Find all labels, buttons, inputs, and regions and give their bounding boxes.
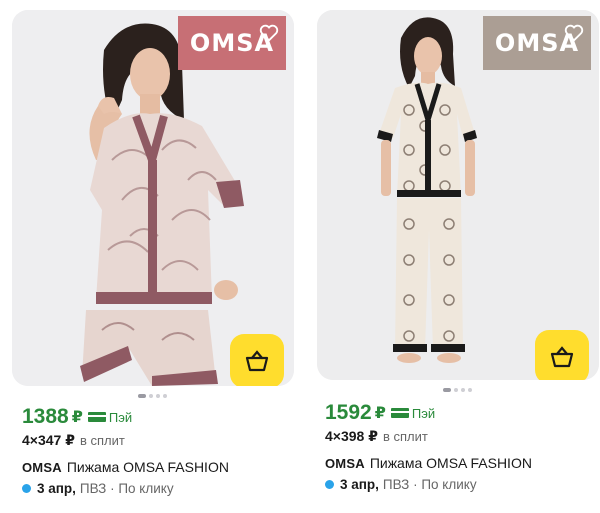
pay-label: Пэй [411,405,436,421]
pager-dot [443,388,451,392]
product-title: Пижама OMSA FASHION [369,455,532,471]
product-title-row[interactable]: OMSA Пижама OMSA FASHION [22,459,229,475]
product-card[interactable]: OMSA 1592 ₽ Пэй 4×398 ₽ в сплит OMSA Пиж… [317,0,599,513]
pager-dot [163,394,167,398]
product-card[interactable]: OMSA 1388 ₽ Пэй 4×347 ₽ в сплит OMSA Пиж… [12,0,294,513]
heart-icon [564,24,584,42]
split-row[interactable]: 4×398 ₽ в сплит [325,428,532,445]
product-title-row[interactable]: OMSA Пижама OMSA FASHION [325,455,532,471]
product-info: 1388 ₽ Пэй 4×347 ₽ в сплит OMSA Пижама O… [22,404,229,496]
brand-logo-badge: OMSA [178,16,286,70]
pay-label: Пэй [108,409,133,425]
currency-sign: ₽ [71,409,83,426]
pager-dot [461,388,465,392]
delivery-method: ПВЗ · По клику [79,481,174,496]
product-photo[interactable]: OMSA [12,10,294,386]
basket-icon [550,346,574,368]
delivery-row: 3 апр, ПВЗ · По клику [325,477,532,492]
pager-dot [156,394,160,398]
split-label: в сплит [79,433,125,448]
price-row: 1388 ₽ Пэй [22,404,229,430]
delivery-method: ПВЗ · По клику [382,477,477,492]
product-info: 1592 ₽ Пэй 4×398 ₽ в сплит OMSA Пижама O… [325,400,532,492]
product-title: Пижама OMSA FASHION [66,459,229,475]
pager-dot [138,394,146,398]
delivery-date: 3 апр, [340,477,379,492]
split-amount: 4×347 ₽ [22,432,75,448]
brand-name: OMSA [325,456,365,471]
heart-icon [259,24,279,42]
pager-dot [149,394,153,398]
product-photo[interactable]: OMSA [317,10,599,380]
delivery-row: 3 апр, ПВЗ · По клику [22,481,229,496]
photo-pager[interactable] [443,388,472,392]
delivery-dot-icon [325,480,334,489]
delivery-date: 3 апр, [37,481,76,496]
brand-logo-badge: OMSA [483,16,591,70]
split-row[interactable]: 4×347 ₽ в сплит [22,432,229,449]
split-label: в сплит [382,429,428,444]
split-amount: 4×398 ₽ [325,428,378,444]
price-value: 1388 [22,405,69,428]
photo-pager[interactable] [138,394,167,398]
pager-dot [454,388,458,392]
card-icon [87,412,106,422]
pager-dot [468,388,472,392]
add-to-cart-button[interactable] [535,330,589,380]
card-icon [390,408,409,418]
delivery-dot-icon [22,484,31,493]
add-to-cart-button[interactable] [230,334,284,386]
price-value: 1592 [325,401,372,424]
price-row: 1592 ₽ Пэй [325,400,532,426]
currency-sign: ₽ [374,405,386,422]
basket-icon [245,350,269,372]
brand-name: OMSA [22,460,62,475]
